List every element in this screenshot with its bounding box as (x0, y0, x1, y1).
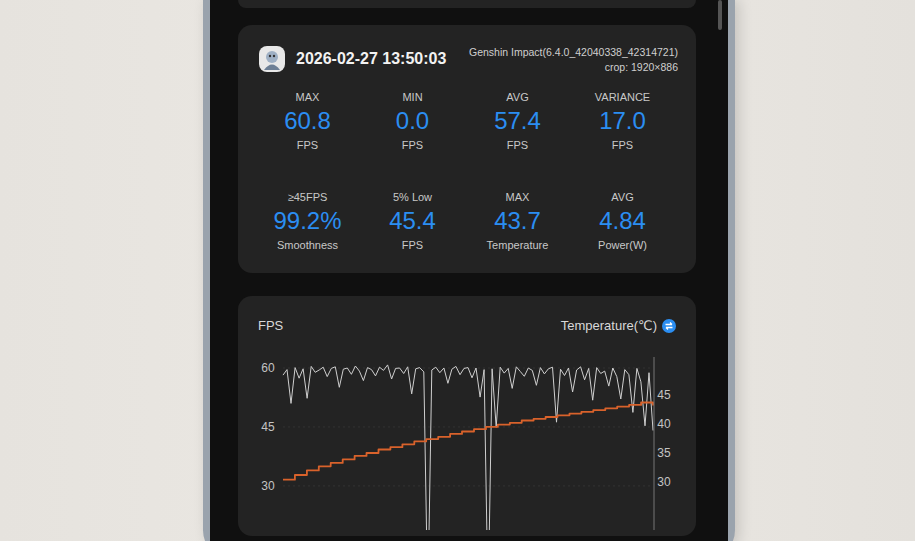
crop-size: crop: 1920×886 (605, 61, 678, 73)
swap-icon[interactable] (662, 319, 676, 333)
timestamp: 2026-02-27 13:50:03 (296, 50, 446, 68)
stat-value: 0.0 (396, 107, 429, 135)
grid-line (283, 485, 653, 486)
stat-item: ≥45FPS 99.2% Smoothness (255, 191, 360, 251)
stat-unit: FPS (297, 139, 318, 151)
fps-chart: 60 45 30 45 40 35 30 (258, 355, 676, 530)
record-header: 2026-02-27 13:50:03 Genshin Impact(6.4.0_… (255, 45, 678, 73)
stat-item: MIN 0.0 FPS (360, 91, 465, 151)
stats-grid: MAX 60.8 FPS MIN 0.0 FPS AVG 57.4 FPS VARIANCE 17.… (255, 91, 678, 251)
stat-unit: Temperature (487, 239, 549, 251)
app-meta: Genshin Impact(6.4.0_42040338_42314721)c… (469, 46, 678, 73)
end-line (654, 357, 655, 530)
stat-unit: FPS (507, 139, 528, 151)
left-tick: 45 (261, 420, 275, 434)
stat-unit: Smoothness (277, 239, 338, 251)
stat-value: 99.2% (273, 207, 341, 235)
stat-label: MAX (296, 91, 320, 103)
right-tick: 40 (657, 417, 671, 431)
stat-item: AVG 4.84 Power(W) (570, 191, 675, 251)
stat-unit: Power(W) (598, 239, 647, 251)
stat-value: 4.84 (599, 207, 646, 235)
stat-label: AVG (506, 91, 528, 103)
stat-label: MIN (402, 91, 422, 103)
stat-label: ≥45FPS (288, 191, 328, 203)
right-tick: 45 (657, 388, 671, 402)
previous-card (238, 0, 696, 8)
axis-toggle[interactable]: Temperature(℃) (561, 318, 676, 333)
phone: 2026-02-27 13:50:03 Genshin Impact(6.4.0_… (203, 0, 735, 541)
app-icon (258, 45, 286, 73)
stat-item: MAX 60.8 FPS (255, 91, 360, 151)
chart-card: FPS Temperature(℃) 60 45 30 45 40 35 30 (238, 296, 696, 536)
right-tick: 35 (657, 446, 671, 460)
stat-label: MAX (506, 191, 530, 203)
stat-value: 43.7 (494, 207, 541, 235)
left-tick: 60 (261, 361, 275, 375)
chart-header: FPS Temperature(℃) (258, 318, 676, 333)
right-tick: 30 (657, 475, 671, 489)
stat-unit: FPS (612, 139, 633, 151)
stat-value: 45.4 (389, 207, 436, 235)
scrollbar[interactable] (718, 0, 722, 30)
app-name: Genshin Impact(6.4.0_42040338_42314721) (469, 46, 678, 58)
stat-label: 5% Low (393, 191, 432, 203)
grid-line (283, 426, 653, 427)
record-card[interactable]: 2026-02-27 13:50:03 Genshin Impact(6.4.0_… (238, 25, 696, 273)
stat-item: MAX 43.7 Temperature (465, 191, 570, 251)
stat-value: 17.0 (599, 107, 646, 135)
stat-item: 5% Low 45.4 FPS (360, 191, 465, 251)
stat-value: 57.4 (494, 107, 541, 135)
stat-value: 60.8 (284, 107, 331, 135)
stat-label: AVG (611, 191, 633, 203)
stat-unit: FPS (402, 139, 423, 151)
screen: 2026-02-27 13:50:03 Genshin Impact(6.4.0_… (210, 0, 728, 541)
stat-item: AVG 57.4 FPS (465, 91, 570, 151)
stat-item: VARIANCE 17.0 FPS (570, 91, 675, 151)
left-tick: 30 (261, 479, 275, 493)
toggle-label: Temperature(℃) (561, 318, 657, 333)
temperature-line (283, 403, 653, 480)
fps-line (283, 365, 653, 530)
stat-unit: FPS (402, 239, 423, 251)
stat-label: VARIANCE (595, 91, 650, 103)
chart-title: FPS (258, 318, 283, 333)
